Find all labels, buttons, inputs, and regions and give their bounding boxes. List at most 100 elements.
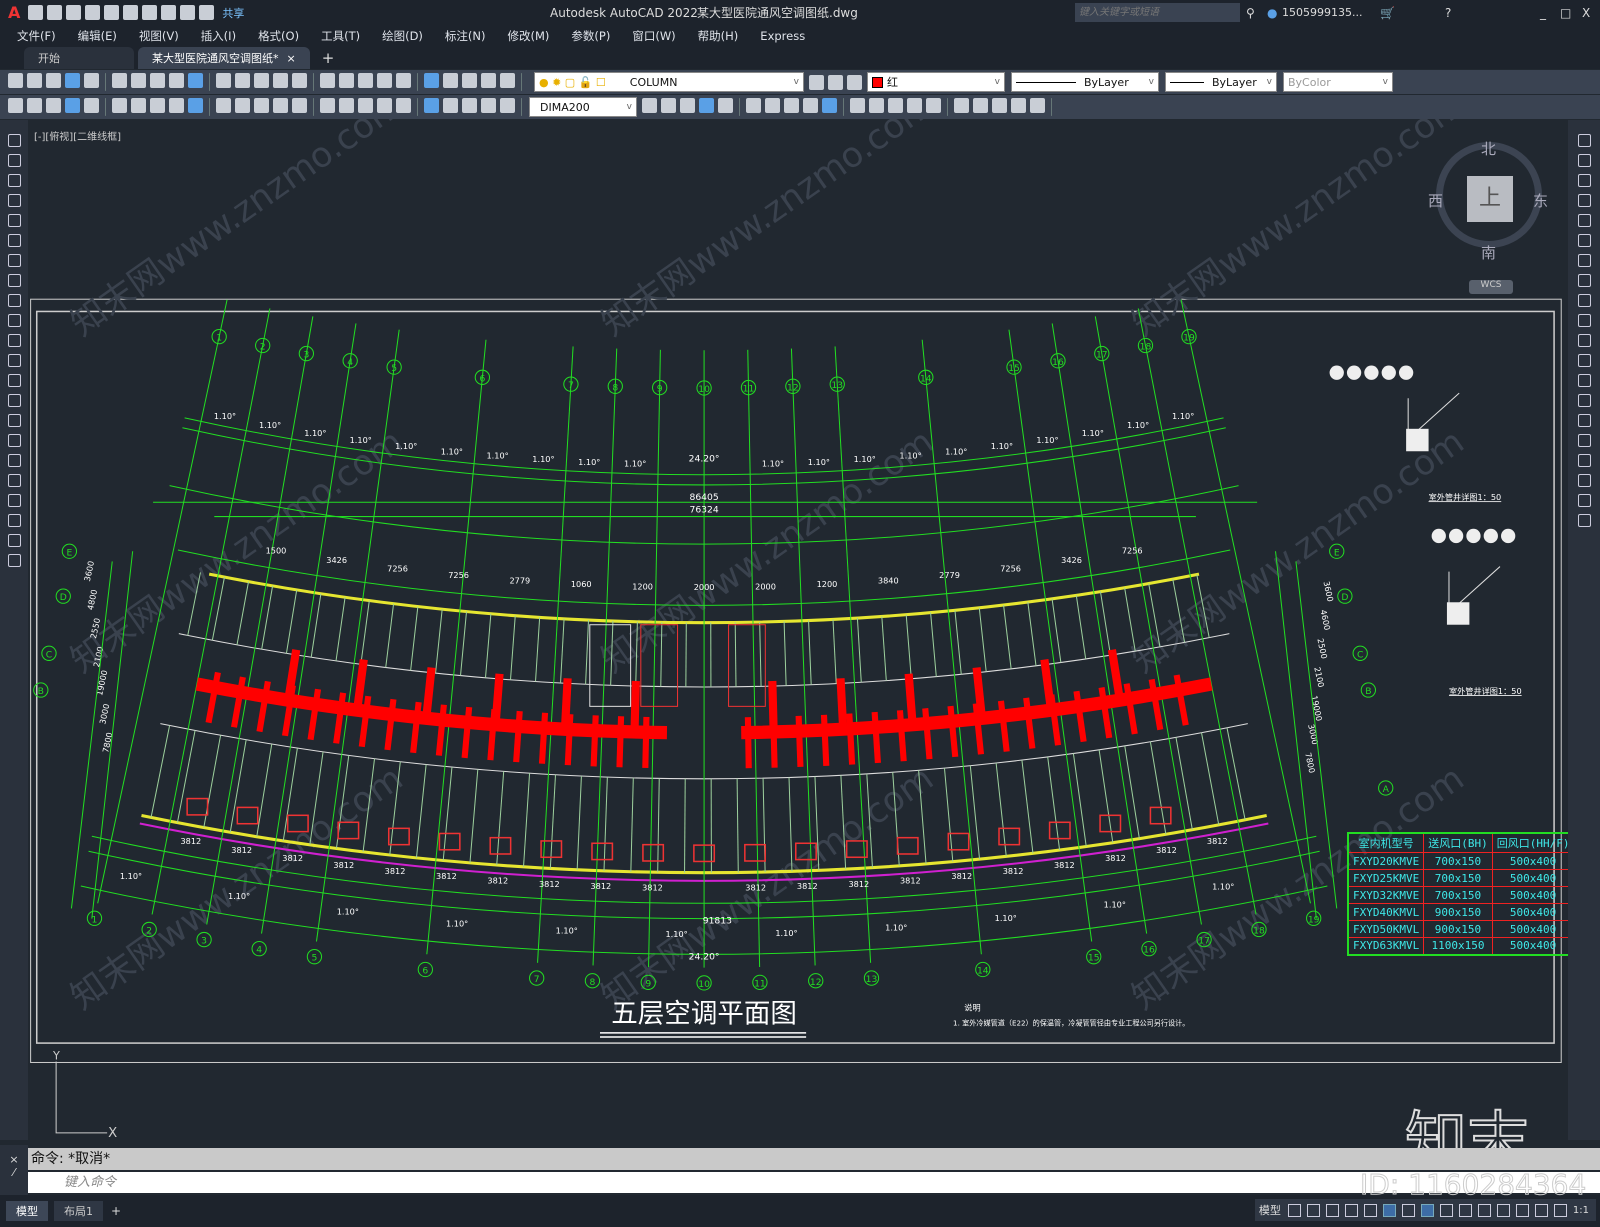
snap-icon[interactable] xyxy=(1306,1203,1320,1217)
new-tab-button[interactable]: + xyxy=(322,49,335,67)
dimension-tool-icon[interactable] xyxy=(500,98,515,113)
draw-tool-icon[interactable] xyxy=(7,493,21,507)
close-tab-icon[interactable]: × xyxy=(287,52,296,65)
match-layer-icon[interactable] xyxy=(828,74,843,90)
standard-tool-icon[interactable] xyxy=(8,73,23,88)
menu-item[interactable]: Express xyxy=(749,29,816,43)
dimension-tool-icon[interactable] xyxy=(65,98,80,113)
modify-tool-icon[interactable] xyxy=(1577,153,1591,167)
dimension-tool-icon[interactable] xyxy=(377,98,392,113)
workspace-icon[interactable] xyxy=(1477,1203,1491,1217)
standard-tool-icon[interactable] xyxy=(112,73,127,88)
modify-tool-icon[interactable] xyxy=(746,98,761,113)
draw-tool-icon[interactable] xyxy=(7,393,21,407)
redo-icon[interactable] xyxy=(180,5,196,20)
modify-tool-icon[interactable] xyxy=(1030,98,1045,113)
draw-tool-icon[interactable] xyxy=(7,273,21,287)
draw-tool-icon[interactable] xyxy=(7,473,21,487)
modify-tool-icon[interactable] xyxy=(926,98,941,113)
standard-tool-icon[interactable] xyxy=(396,73,411,88)
open-icon[interactable] xyxy=(47,5,63,20)
user-account[interactable]: 1505999135... xyxy=(1282,6,1362,19)
draw-tool-icon[interactable] xyxy=(7,433,21,447)
standard-tool-icon[interactable] xyxy=(273,73,288,88)
autocad-logo[interactable]: A xyxy=(8,3,20,22)
modify-tool-icon[interactable] xyxy=(803,98,818,113)
draw-tool-icon[interactable] xyxy=(7,373,21,387)
dimension-tool-icon[interactable] xyxy=(169,98,184,113)
menu-item[interactable]: 视图(V) xyxy=(128,28,190,44)
search-icon[interactable]: ⚲ xyxy=(1246,6,1255,20)
command-line-handle[interactable]: × ⁄ xyxy=(0,1145,28,1195)
layer-properties-icon[interactable] xyxy=(809,74,824,90)
share-button[interactable]: 共享 xyxy=(222,5,244,21)
modify-tool-icon[interactable] xyxy=(888,98,903,113)
layer-dropdown[interactable]: ● ✹ ▢ 🔓 ☐ COLUMN v xyxy=(534,72,804,92)
dimension-tool-icon[interactable] xyxy=(396,98,411,113)
add-layout-button[interactable]: + xyxy=(111,1204,121,1218)
ortho-icon[interactable] xyxy=(1325,1203,1339,1217)
draw-tool-icon[interactable] xyxy=(7,533,21,547)
standard-tool-icon[interactable] xyxy=(254,73,269,88)
menu-item[interactable]: 帮助(H) xyxy=(687,28,750,44)
web-mobile-save-icon[interactable] xyxy=(123,5,139,20)
dimstyle-dropdown[interactable]: DIMA200 v xyxy=(529,97,637,117)
draw-tool-icon[interactable] xyxy=(7,193,21,207)
modify-tool-icon[interactable] xyxy=(718,98,733,113)
scale-icon[interactable] xyxy=(1458,1203,1472,1217)
selection-cycle-icon[interactable] xyxy=(1420,1203,1434,1217)
standard-tool-icon[interactable] xyxy=(481,73,496,88)
standard-tool-icon[interactable] xyxy=(462,73,477,88)
menu-item[interactable]: 工具(T) xyxy=(310,28,371,44)
standard-tool-icon[interactable] xyxy=(131,73,146,88)
minimize-button[interactable]: _ xyxy=(1540,6,1546,20)
modify-tool-icon[interactable] xyxy=(1577,433,1591,447)
compass-east[interactable]: 东 xyxy=(1533,190,1548,211)
standard-tool-icon[interactable] xyxy=(500,73,515,88)
standard-tool-icon[interactable] xyxy=(424,73,439,88)
draw-tool-icon[interactable] xyxy=(7,333,21,347)
modify-tool-icon[interactable] xyxy=(1577,133,1591,147)
compass-west[interactable]: 西 xyxy=(1428,190,1443,211)
wcs-menu[interactable]: WCS xyxy=(1469,280,1513,294)
grid-icon[interactable] xyxy=(1287,1203,1301,1217)
annotation-icon[interactable] xyxy=(1439,1203,1453,1217)
dimension-tool-icon[interactable] xyxy=(358,98,373,113)
menu-item[interactable]: 修改(M) xyxy=(497,28,561,44)
modify-tool-icon[interactable] xyxy=(822,98,837,113)
standard-tool-icon[interactable] xyxy=(377,73,392,88)
dimension-tool-icon[interactable] xyxy=(320,98,335,113)
dimension-tool-icon[interactable] xyxy=(339,98,354,113)
draw-tool-icon[interactable] xyxy=(7,353,21,367)
standard-tool-icon[interactable] xyxy=(188,73,203,88)
dimension-tool-icon[interactable] xyxy=(46,98,61,113)
tab-start[interactable]: 开始 xyxy=(24,47,134,69)
standard-tool-icon[interactable] xyxy=(292,73,307,88)
standard-tool-icon[interactable] xyxy=(46,73,61,88)
model-space-button[interactable]: 模型 xyxy=(1259,1202,1281,1218)
help-icon[interactable]: ? xyxy=(1445,6,1451,20)
modify-tool-icon[interactable] xyxy=(1577,253,1591,267)
customize-icon[interactable] xyxy=(199,5,215,20)
draw-tool-icon[interactable] xyxy=(7,553,21,567)
fullscreen-icon[interactable] xyxy=(1534,1203,1548,1217)
saveas-icon[interactable] xyxy=(85,5,101,20)
standard-tool-icon[interactable] xyxy=(65,73,80,88)
modify-tool-icon[interactable] xyxy=(680,98,695,113)
dimension-tool-icon[interactable] xyxy=(254,98,269,113)
modify-tool-icon[interactable] xyxy=(850,98,865,113)
dimension-tool-icon[interactable] xyxy=(481,98,496,113)
annotation-scale[interactable]: 1:1 xyxy=(1573,1205,1589,1216)
modify-tool-icon[interactable] xyxy=(907,98,922,113)
modify-tool-icon[interactable] xyxy=(954,98,969,113)
menu-item[interactable]: 窗口(W) xyxy=(621,28,686,44)
draw-tool-icon[interactable] xyxy=(7,253,21,267)
draw-tool-icon[interactable] xyxy=(7,173,21,187)
draw-tool-icon[interactable] xyxy=(7,133,21,147)
dimension-tool-icon[interactable] xyxy=(216,98,231,113)
standard-tool-icon[interactable] xyxy=(27,73,42,88)
dimension-tool-icon[interactable] xyxy=(150,98,165,113)
draw-tool-icon[interactable] xyxy=(7,453,21,467)
standard-tool-icon[interactable] xyxy=(216,73,231,88)
modify-tool-icon[interactable] xyxy=(661,98,676,113)
